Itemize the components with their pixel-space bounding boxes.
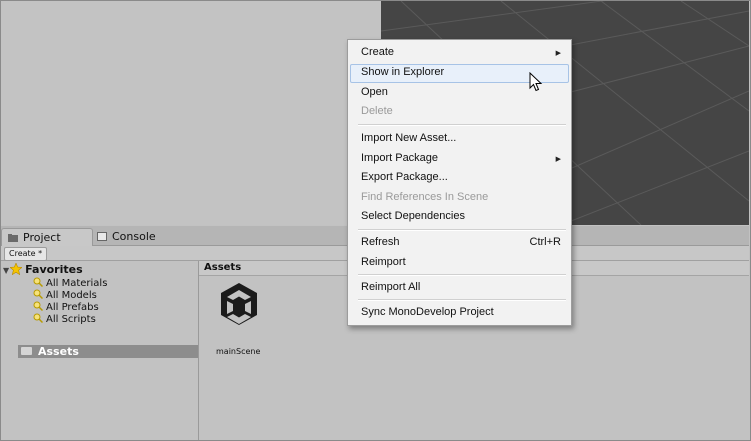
menu-item-label: Reimport All <box>361 281 421 293</box>
menu-item-delete[interactable]: Delete <box>361 105 393 117</box>
menu-item-label: Reimport <box>361 256 406 268</box>
tab-project[interactable]: Project <box>1 228 93 246</box>
unity-scene-icon[interactable] <box>219 281 259 327</box>
menu-item-label: Select Dependencies <box>361 210 465 222</box>
console-icon <box>97 229 107 241</box>
favorite-item-label: All Models <box>46 290 97 301</box>
favorite-item-prefabs[interactable]: All Prefabs <box>33 301 99 313</box>
search-icon <box>33 289 44 300</box>
favorites-label: Favorites <box>25 263 83 276</box>
menu-item-find-references[interactable]: Find References In Scene <box>361 191 488 203</box>
menu-item-label: Open <box>361 86 388 98</box>
favorite-item-models[interactable]: All Models <box>33 289 97 301</box>
submenu-arrow-icon: ▶ <box>555 49 561 57</box>
menu-separator <box>358 124 566 126</box>
menu-item-export-package[interactable]: Export Package... <box>361 171 448 183</box>
favorite-item-label: All Scripts <box>46 314 96 325</box>
menu-item-sync-monodevelop[interactable]: Sync MonoDevelop Project <box>361 306 494 318</box>
menu-separator <box>358 274 566 276</box>
menu-item-show-in-explorer[interactable]: Show in Explorer <box>361 66 444 78</box>
menu-item-select-dependencies[interactable]: Select Dependencies <box>361 210 465 222</box>
menu-shortcut-refresh: Ctrl+R <box>529 236 561 248</box>
search-icon <box>33 301 44 312</box>
inspector-area <box>1 1 381 225</box>
menu-item-label: Sync MonoDevelop Project <box>361 306 494 318</box>
create-dropdown-button[interactable]: Create * <box>4 247 48 261</box>
tab-project-label: Project <box>23 231 61 244</box>
expand-arrow-icon[interactable]: ▼ <box>3 266 9 275</box>
menu-item-label: Import New Asset... <box>361 132 457 144</box>
menu-item-label: Refresh <box>361 236 400 248</box>
menu-item-import-new-asset[interactable]: Import New Asset... <box>361 132 456 144</box>
menu-item-refresh[interactable]: Refresh <box>361 236 400 248</box>
menu-item-open[interactable]: Open <box>361 86 388 98</box>
menu-item-label: Delete <box>361 105 393 117</box>
search-icon <box>33 277 44 288</box>
menu-item-reimport[interactable]: Reimport <box>361 256 406 268</box>
menu-item-create[interactable]: Create <box>361 46 394 58</box>
asset-label[interactable]: mainScene <box>216 347 260 356</box>
mouse-cursor-icon <box>529 71 543 92</box>
menu-separator <box>358 299 566 301</box>
menu-item-label: Import Package <box>361 152 439 164</box>
menu-item-label: Create <box>361 46 395 58</box>
project-tree-pane: ▼ Favorites All Materials All Models All … <box>1 261 199 440</box>
tab-console-label: Console <box>112 230 156 243</box>
submenu-arrow-icon: ▶ <box>555 155 561 163</box>
menu-item-label: Export Package... <box>361 171 448 183</box>
tab-console[interactable]: Console <box>91 228 183 245</box>
menu-item-label: Find References In Scene <box>361 191 489 203</box>
folder-icon <box>21 347 32 355</box>
menu-separator <box>358 229 566 231</box>
favorites-header[interactable]: ▼ Favorites <box>3 262 83 276</box>
menu-item-import-package[interactable]: Import Package <box>361 152 438 164</box>
menu-item-label: Show in Explorer <box>361 66 445 78</box>
menu-item-reimport-all[interactable]: Reimport All <box>361 281 420 293</box>
assets-header-label: Assets <box>204 262 242 273</box>
favorite-item-scripts[interactable]: All Scripts <box>33 313 96 325</box>
tree-item-assets-label: Assets <box>38 345 79 358</box>
favorite-item-label: All Prefabs <box>46 302 99 313</box>
project-folder-icon <box>8 230 18 242</box>
favorite-item-label: All Materials <box>46 278 108 289</box>
favorite-item-materials[interactable]: All Materials <box>33 277 107 289</box>
tree-item-assets[interactable]: Assets <box>18 345 198 358</box>
star-icon <box>9 262 23 276</box>
search-icon <box>33 313 44 324</box>
